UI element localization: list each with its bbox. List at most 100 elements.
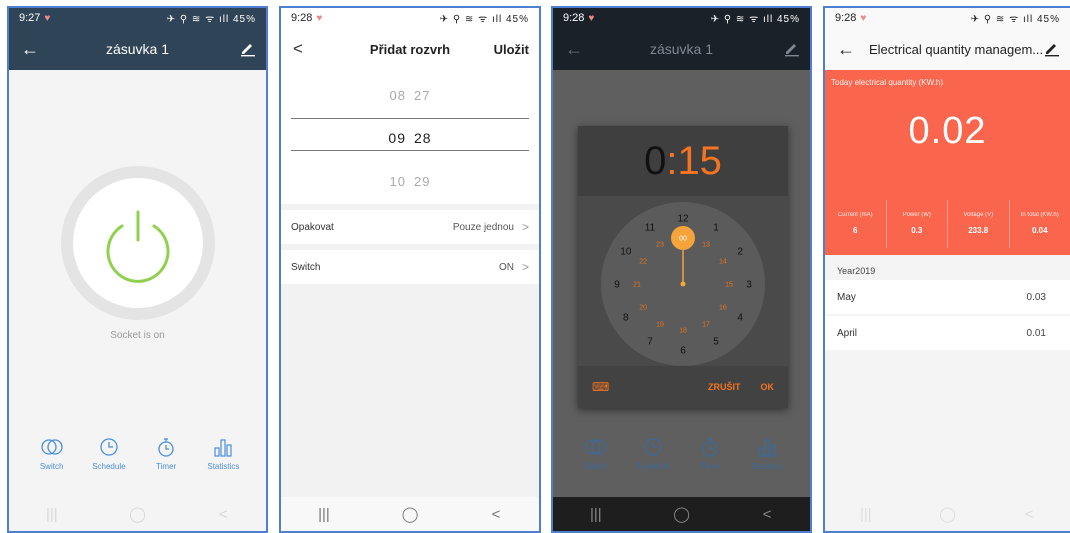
tab-statistics: Statistics xyxy=(741,436,793,471)
power-icon xyxy=(106,210,170,283)
clock-hour-2[interactable]: 2 xyxy=(737,247,743,258)
today-label: Today electrical quantity (KW.h) xyxy=(831,78,944,87)
stat-power: Power (W) 0.3 xyxy=(885,200,948,248)
clock-hour-9[interactable]: 9 xyxy=(614,280,620,291)
picker-row-next[interactable]: 10 29 xyxy=(281,174,539,189)
status-time: 9:27 xyxy=(19,12,41,24)
clock-hour-8[interactable]: 8 xyxy=(623,313,629,324)
tab-switch[interactable]: Switch xyxy=(26,436,78,471)
app-bar: < Přidat rozvrh Uložit xyxy=(281,28,539,70)
status-time: 9:28 xyxy=(563,12,585,24)
clock-hour-4[interactable]: 4 xyxy=(737,313,743,324)
ok-button[interactable]: OK xyxy=(761,382,775,392)
clock-inner-15[interactable]: 15 xyxy=(725,282,733,289)
setting-label: Switch xyxy=(291,261,321,273)
home-button[interactable]: ◯ xyxy=(390,505,430,523)
energy-panel: Today electrical quantity (KW.h) 0.02 Cu… xyxy=(825,70,1070,255)
cancel-button[interactable]: ZRUŠIT xyxy=(708,382,741,392)
page-title: Electrical quantity managem... xyxy=(869,41,1044,57)
picker-row-prev[interactable]: 08 27 xyxy=(281,88,539,103)
page-title: zásuvka 1 xyxy=(105,41,170,57)
tab-statistics[interactable]: Statistics xyxy=(197,436,249,471)
status-bar: 9:27 ♥ ✈ ⚲ ≋ ᯤ ıll 45% xyxy=(9,8,266,28)
edit-pencil-icon[interactable] xyxy=(1044,41,1060,57)
stat-label: Current (mA) xyxy=(837,212,873,218)
clock-inner-20[interactable]: 20 xyxy=(639,305,647,312)
picker-row-selected[interactable]: 09 28 xyxy=(281,130,539,146)
tab-label: Switch xyxy=(39,462,64,471)
status-time: 9:28 xyxy=(835,12,857,24)
heart-icon: ♥ xyxy=(860,12,867,24)
tab-label: Schedule xyxy=(636,462,670,471)
nav-back-button[interactable]: < xyxy=(747,506,787,523)
tab-label: Schedule xyxy=(92,462,126,471)
clock-hour-12[interactable]: 12 xyxy=(677,214,689,225)
home-button[interactable]: ◯ xyxy=(927,505,967,523)
power-button[interactable] xyxy=(61,166,215,320)
tab-timer: Timer xyxy=(684,436,736,471)
stopwatch-icon xyxy=(702,438,718,457)
recent-apps-button[interactable]: ||| xyxy=(846,506,886,523)
picker-minute: 27 xyxy=(414,88,431,103)
back-arrow-icon[interactable]: ← xyxy=(837,39,855,60)
repeat-setting[interactable]: Opakovat Pouze jednou > xyxy=(281,210,539,244)
phone-screen-electrical-quantity: 9:28 ♥ ✈ ⚲ ≋ ᯤ ıll 45% ← Electrical quan… xyxy=(823,6,1070,533)
system-nav-bar: ||| ◯ < xyxy=(553,497,810,531)
clock-inner-21[interactable]: 21 xyxy=(633,282,641,289)
setting-value: Pouze jednou xyxy=(452,221,514,233)
switch-setting[interactable]: Switch ON > xyxy=(281,250,539,284)
heart-icon: ♥ xyxy=(588,12,595,24)
clock-inner-22[interactable]: 22 xyxy=(639,259,647,266)
status-bar: 9:28 ♥ ✈ ⚲ ≋ ᯤ ıll 45% xyxy=(825,8,1070,28)
picker-minute: 28 xyxy=(414,130,432,146)
tab-label: Timer xyxy=(700,462,721,471)
clock-inner-18[interactable]: 18 xyxy=(679,328,687,335)
clock-inner-19[interactable]: 19 xyxy=(656,321,664,328)
edit-pencil-icon[interactable] xyxy=(784,41,800,57)
clock-hour-1[interactable]: 1 xyxy=(713,222,719,233)
tab-timer[interactable]: Timer xyxy=(140,436,192,471)
recent-apps-button[interactable]: ||| xyxy=(576,506,616,523)
nav-back-button[interactable]: < xyxy=(203,506,243,523)
month-row-april[interactable]: April 0.01 xyxy=(825,316,1070,350)
recent-apps-button[interactable]: ||| xyxy=(32,506,72,523)
bar-chart-icon xyxy=(758,439,776,457)
phone-screen-add-schedule: 9:28 ♥ ✈ ⚲ ≋ ᯤ ıll 45% < Přidat rozvrh U… xyxy=(279,6,541,533)
app-bar: ← Electrical quantity managem... xyxy=(825,28,1070,70)
tab-schedule[interactable]: Schedule xyxy=(83,436,135,471)
clock-inner-16[interactable]: 16 xyxy=(719,305,727,312)
clock-inner-13[interactable]: 13 xyxy=(702,242,710,249)
clock-inner-23[interactable]: 23 xyxy=(656,242,664,249)
time-picker[interactable]: 08 27 09 28 10 29 xyxy=(281,70,539,204)
setting-value: ON xyxy=(498,261,514,273)
timer-hours[interactable]: 0 xyxy=(644,139,666,184)
clock-inner-14[interactable]: 14 xyxy=(719,259,727,266)
clock-hour-5[interactable]: 5 xyxy=(713,337,719,348)
nav-back-button[interactable]: < xyxy=(476,506,516,523)
timer-minutes[interactable]: 15 xyxy=(677,139,722,184)
edit-pencil-icon[interactable] xyxy=(240,41,256,57)
clock-hour-3[interactable]: 3 xyxy=(746,280,752,291)
stat-value: 233.8 xyxy=(968,226,989,235)
recent-apps-button[interactable]: ||| xyxy=(304,506,344,523)
clock-hour-7[interactable]: 7 xyxy=(647,337,653,348)
save-button[interactable]: Uložit xyxy=(494,42,529,57)
home-button[interactable]: ◯ xyxy=(661,505,701,523)
phone-screen-timer-dialog: 9:28 ♥ ✈ ⚲ ≋ ᯤ ıll 45% ← zásuvka 1 Switc… xyxy=(551,6,812,533)
clock-inner-00[interactable]: 00 xyxy=(679,236,687,243)
status-icons: ✈ ⚲ ≋ ᯤ ıll 45% xyxy=(710,14,800,25)
clock-hour-6[interactable]: 6 xyxy=(680,346,686,357)
picker-divider xyxy=(291,118,529,119)
month-row-may[interactable]: May 0.03 xyxy=(825,280,1070,314)
home-button[interactable]: ◯ xyxy=(117,505,157,523)
clock-face[interactable]: 121234567891011 001314151617181920212223 xyxy=(578,196,788,366)
clock-inner-17[interactable]: 17 xyxy=(702,321,710,328)
keyboard-icon[interactable]: ⌨ xyxy=(592,380,609,394)
month-label: May xyxy=(837,291,856,303)
status-time: 9:28 xyxy=(291,12,313,24)
clock-hour-11[interactable]: 11 xyxy=(645,222,656,233)
clock-face-panel: 12 1 2 3 4 5 6 7 8 9 10 11 00 13 14 15 16 17 18 19 20 21 22 23 xyxy=(578,196,788,366)
year-header: Year2019 xyxy=(837,266,876,276)
nav-back-button[interactable]: < xyxy=(1009,506,1049,523)
clock-hour-10[interactable]: 10 xyxy=(620,247,632,258)
